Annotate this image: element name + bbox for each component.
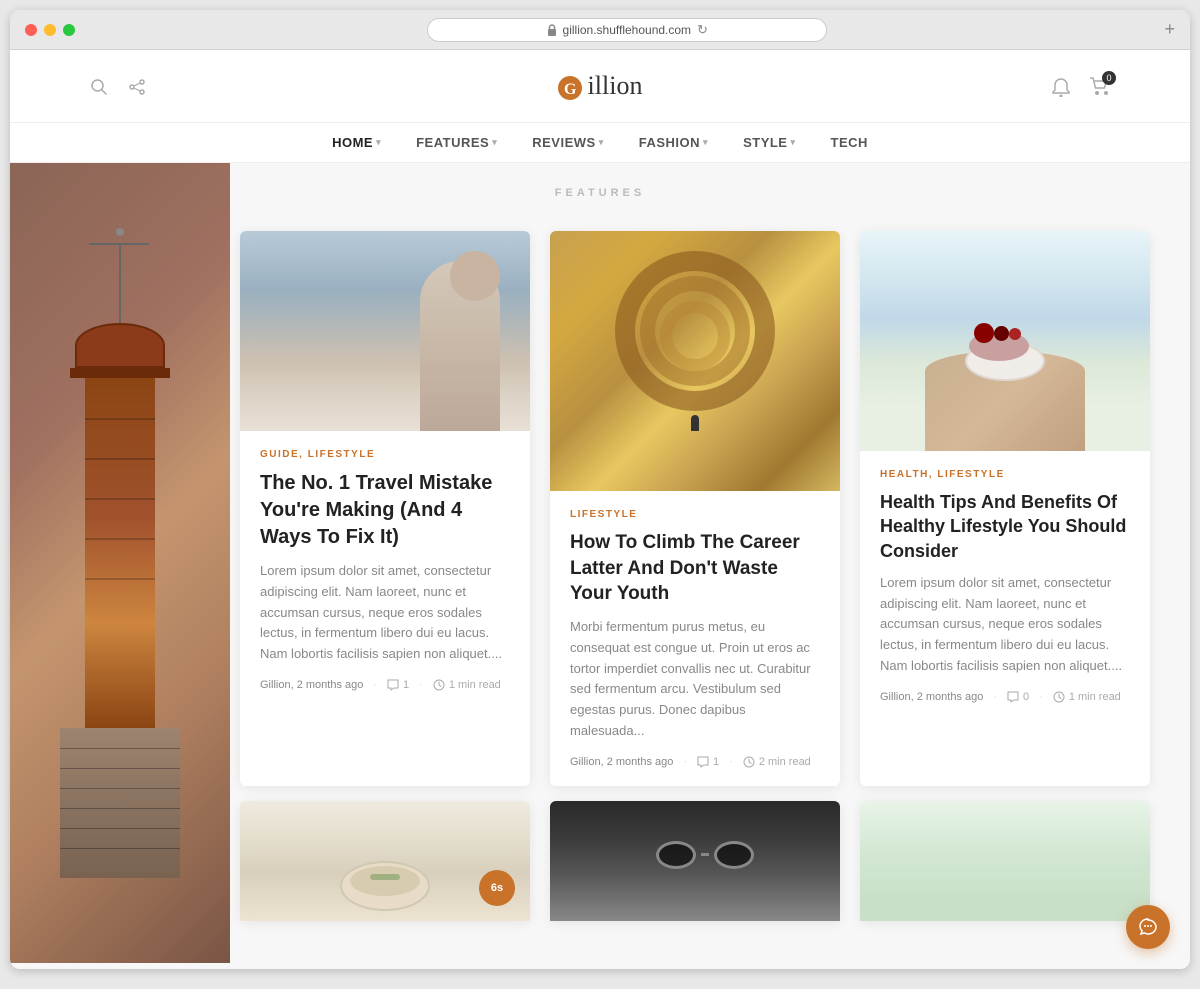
- card-career-body: LIFESTYLE How To Climb The Career Latter…: [550, 491, 840, 786]
- card-travel-author: Gillion, 2 months ago: [260, 679, 363, 691]
- card-career-readtime: 2 min read: [743, 756, 811, 768]
- card-cooking: 6s COOKING, FOOD: [240, 801, 530, 921]
- svg-text:G: G: [564, 81, 577, 98]
- card-partial-3: [860, 801, 1150, 921]
- card-health-title[interactable]: Health Tips And Benefits Of Healthy Life…: [880, 490, 1130, 563]
- maximize-button[interactable]: [63, 24, 75, 36]
- share-icon[interactable]: [128, 76, 146, 97]
- comment-icon-3: [1007, 691, 1019, 703]
- card-health-author: Gillion, 2 months ago: [880, 691, 983, 703]
- card-career-image: [550, 231, 840, 491]
- nav-style-arrow: ▾: [790, 137, 795, 148]
- card-health-comments: 0: [1007, 691, 1029, 703]
- card-health-meta: Gillion, 2 months ago · 0 ·: [880, 691, 1130, 703]
- cards-grid: GUIDE, LIFESTYLE The No. 1 Travel Mistak…: [220, 211, 1190, 806]
- site-header: G illion 0: [10, 50, 1190, 123]
- reload-icon[interactable]: ↻: [697, 22, 708, 38]
- lock-icon: [547, 24, 557, 36]
- clock-icon-2: [743, 756, 755, 768]
- url-text: gillion.shufflehound.com: [563, 23, 692, 37]
- card-travel-readtime: 1 min read: [433, 679, 501, 691]
- header-left: [90, 76, 146, 97]
- card-career: LIFESTYLE How To Climb The Career Latter…: [550, 231, 840, 786]
- card-career-category: LIFESTYLE: [570, 509, 820, 520]
- site-logo[interactable]: G illion: [556, 70, 643, 102]
- card-travel: GUIDE, LIFESTYLE The No. 1 Travel Mistak…: [240, 231, 530, 786]
- browser-titlebar: gillion.shufflehound.com ↻ +: [10, 10, 1190, 50]
- card-cooking-image: 6s: [240, 801, 530, 921]
- cart-icon-wrap[interactable]: 0: [1090, 77, 1110, 95]
- card-travel-title[interactable]: The No. 1 Travel Mistake You're Making (…: [260, 470, 510, 551]
- chat-fab-button[interactable]: [1126, 905, 1170, 949]
- card-health-body: HEALTH, LIFESTYLE Health Tips And Benefi…: [860, 451, 1150, 721]
- traffic-lights: [25, 24, 75, 36]
- slideshow-badge: 6s: [479, 870, 515, 906]
- card-health-image: [860, 231, 1150, 451]
- card-health-excerpt: Lorem ipsum dolor sit amet, consectetur …: [880, 573, 1130, 677]
- featured-section: FeaTuRES: [10, 163, 1190, 211]
- card-travel-comments: 1: [387, 679, 409, 691]
- card-career-meta: Gillion, 2 months ago · 1 ·: [570, 756, 820, 768]
- notification-icon[interactable]: [1052, 75, 1070, 96]
- new-tab-button[interactable]: +: [1164, 19, 1175, 40]
- nav-home[interactable]: HOME ▾: [332, 135, 381, 150]
- search-icon[interactable]: [90, 76, 108, 97]
- header-right: 0: [1052, 75, 1110, 96]
- clock-icon-3: [1053, 691, 1065, 703]
- nav-reviews[interactable]: REVIEWS ▾: [532, 135, 604, 150]
- logo-letter-g: G: [556, 70, 584, 102]
- chat-fab-icon: [1138, 917, 1158, 937]
- nav-reviews-arrow: ▾: [599, 137, 604, 148]
- card-career-title[interactable]: How To Climb The Career Latter And Don't…: [570, 530, 820, 607]
- nav-features-arrow: ▾: [492, 137, 497, 148]
- card-career-comments: 1: [697, 756, 719, 768]
- cart-badge: 0: [1102, 71, 1116, 85]
- nav-fashion-arrow: ▾: [703, 137, 708, 148]
- card-health-category: HEALTH, LIFESTYLE: [880, 469, 1130, 480]
- card-sunglasses: [550, 801, 840, 921]
- nav-style[interactable]: STYLE ▾: [743, 135, 795, 150]
- site-navigation: HOME ▾ FEATURES ▾ REVIEWS ▾ FASHION ▾ ST…: [10, 123, 1190, 163]
- card-travel-image: [240, 231, 530, 431]
- card-travel-excerpt: Lorem ipsum dolor sit amet, consectetur …: [260, 561, 510, 665]
- card-travel-category: GUIDE, LIFESTYLE: [260, 449, 510, 460]
- nav-home-arrow: ▾: [376, 137, 381, 148]
- lighthouse-background: [10, 163, 230, 963]
- clock-icon: [433, 679, 445, 691]
- card-partial-3-image: [860, 801, 1150, 921]
- card-health: HEALTH, LIFESTYLE Health Tips And Benefi…: [860, 231, 1150, 786]
- card-health-readtime: 1 min read: [1053, 691, 1121, 703]
- card-career-author: Gillion, 2 months ago: [570, 756, 673, 768]
- card-career-excerpt: Morbi fermentum purus metus, eu consequa…: [570, 617, 820, 742]
- card-sunglasses-image: [550, 801, 840, 921]
- browser-content: G illion 0: [10, 50, 1190, 969]
- url-input[interactable]: gillion.shufflehound.com ↻: [427, 18, 827, 42]
- card-travel-meta: Gillion, 2 months ago · 1 ·: [260, 679, 510, 691]
- minimize-button[interactable]: [44, 24, 56, 36]
- browser-window: gillion.shufflehound.com ↻ +: [10, 10, 1190, 969]
- comment-icon: [387, 679, 399, 691]
- nav-tech[interactable]: TECH: [831, 135, 868, 150]
- second-row-cards: 6s COOKING, FOOD: [220, 801, 1190, 921]
- main-content: FeaTuRES: [10, 163, 1190, 963]
- card-travel-body: GUIDE, LIFESTYLE The No. 1 Travel Mistak…: [240, 431, 530, 709]
- address-bar: gillion.shufflehound.com ↻: [90, 18, 1164, 42]
- nav-fashion[interactable]: FASHION ▾: [639, 135, 708, 150]
- close-button[interactable]: [25, 24, 37, 36]
- comment-icon-2: [697, 756, 709, 768]
- featured-label: FeaTuRES: [555, 172, 645, 214]
- nav-features[interactable]: FEATURES ▾: [416, 135, 497, 150]
- logo-text: illion: [588, 71, 643, 101]
